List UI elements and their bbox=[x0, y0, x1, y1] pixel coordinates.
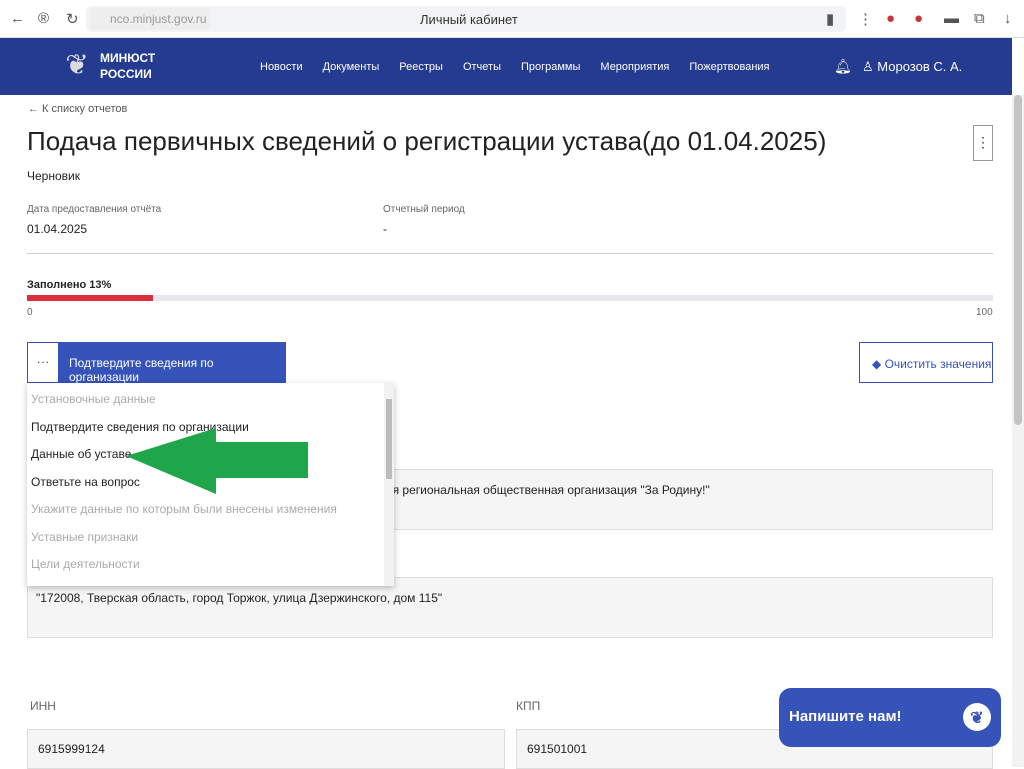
page-title: Подача первичных сведений о регистрации … bbox=[27, 126, 827, 156]
extensions-icon[interactable]: ⧉ bbox=[974, 10, 985, 27]
eagle-logo-icon: ❦ bbox=[963, 703, 991, 731]
shield-icon[interactable]: ▬ bbox=[944, 10, 959, 27]
brand[interactable]: МИНЮСТ РОССИИ bbox=[100, 50, 155, 82]
clear-values-button[interactable]: ◆ Очистить значения bbox=[859, 342, 993, 383]
extension-icon[interactable]: ● bbox=[886, 10, 895, 27]
inn-label: ИНН bbox=[30, 699, 56, 713]
dropdown-item: Уставные признаки bbox=[31, 529, 139, 544]
green-arrow-annotation bbox=[126, 428, 308, 494]
date-label: Дата предоставления отчёта bbox=[27, 204, 162, 215]
progress-bar bbox=[27, 295, 993, 301]
info-icon[interactable]: ® bbox=[38, 10, 49, 27]
user-menu[interactable]: ♙ Морозов С. А. bbox=[862, 59, 962, 75]
more-options-button[interactable]: ⋮ bbox=[973, 125, 993, 161]
nav-registries[interactable]: Реестры bbox=[399, 61, 443, 73]
address-field[interactable]: "172008, Тверская область, город Торжок,… bbox=[27, 577, 993, 638]
progress-min: 0 bbox=[27, 307, 33, 318]
progress-fill bbox=[27, 295, 153, 301]
menu-icon[interactable]: ⋮ bbox=[858, 10, 873, 28]
reload-icon[interactable]: ↻ bbox=[66, 10, 79, 28]
nav-documents[interactable]: Документы bbox=[323, 61, 380, 73]
brand-line: РОССИИ bbox=[100, 67, 152, 81]
url-text[interactable]: nco.minjust.gov.ru bbox=[90, 8, 210, 30]
eraser-icon: ◆ bbox=[872, 357, 885, 371]
nav-news[interactable]: Новости bbox=[260, 61, 303, 73]
nav-reports[interactable]: Отчеты bbox=[463, 61, 501, 73]
nav-events[interactable]: Мероприятия bbox=[600, 61, 669, 73]
period-value: - bbox=[383, 222, 387, 236]
dropdown-item: Установочные данные bbox=[31, 392, 156, 406]
eagle-logo-icon[interactable]: ❦ bbox=[62, 48, 92, 86]
top-nav: ❦ МИНЮСТ РОССИИ Новости Документы Реестры… bbox=[0, 38, 1012, 95]
nav-programs[interactable]: Программы bbox=[521, 61, 580, 73]
inn-field[interactable]: 6915999124 bbox=[27, 729, 505, 769]
bookmark-icon[interactable]: ▮ bbox=[826, 10, 834, 28]
back-icon[interactable]: ← bbox=[10, 10, 25, 27]
chat-widget-button[interactable]: Напишите нам! ❦ bbox=[779, 688, 1001, 747]
bell-icon[interactable]: 🔔︎ bbox=[834, 58, 852, 75]
sections-menu-button[interactable]: ··· bbox=[27, 342, 59, 383]
brand-line: МИНЮСТ bbox=[100, 51, 156, 65]
back-to-reports-link[interactable]: ← К списку отчетов bbox=[28, 103, 127, 115]
clear-label: Очистить значения bbox=[884, 357, 992, 371]
browser-toolbar: ← ® ↻ nco.minjust.gov.ru Личный кабинет … bbox=[0, 0, 1024, 38]
current-section-button[interactable]: Подтвердите сведения по организации bbox=[59, 342, 286, 384]
user-icon: ♙ bbox=[862, 59, 878, 74]
download-icon[interactable]: ↓ bbox=[1004, 10, 1012, 27]
dropdown-item: Цели деятельности bbox=[31, 557, 140, 571]
user-name: Морозов С. А. bbox=[877, 59, 963, 74]
period-label: Отчетный период bbox=[383, 204, 465, 215]
date-value: 01.04.2025 bbox=[27, 222, 88, 236]
kpp-label: КПП bbox=[516, 699, 541, 713]
status-badge: Черновик bbox=[27, 169, 80, 183]
nav-donations[interactable]: Пожертвования bbox=[689, 61, 769, 73]
extension-icon[interactable]: ● bbox=[914, 10, 923, 27]
progress-label: Заполнено 13% bbox=[27, 279, 112, 291]
dropdown-scrollbar[interactable] bbox=[384, 383, 394, 586]
tab-title: Личный кабинет bbox=[420, 12, 518, 27]
divider bbox=[27, 253, 993, 254]
nav-menu: Новости Документы Реестры Отчеты Програм… bbox=[260, 61, 770, 73]
chat-label: Напишите нам! bbox=[789, 708, 902, 725]
dropdown-item: Укажите данные по которым были внесены и… bbox=[31, 502, 337, 516]
page-scrollbar[interactable] bbox=[1012, 95, 1024, 767]
progress-max: 100 bbox=[976, 307, 993, 318]
